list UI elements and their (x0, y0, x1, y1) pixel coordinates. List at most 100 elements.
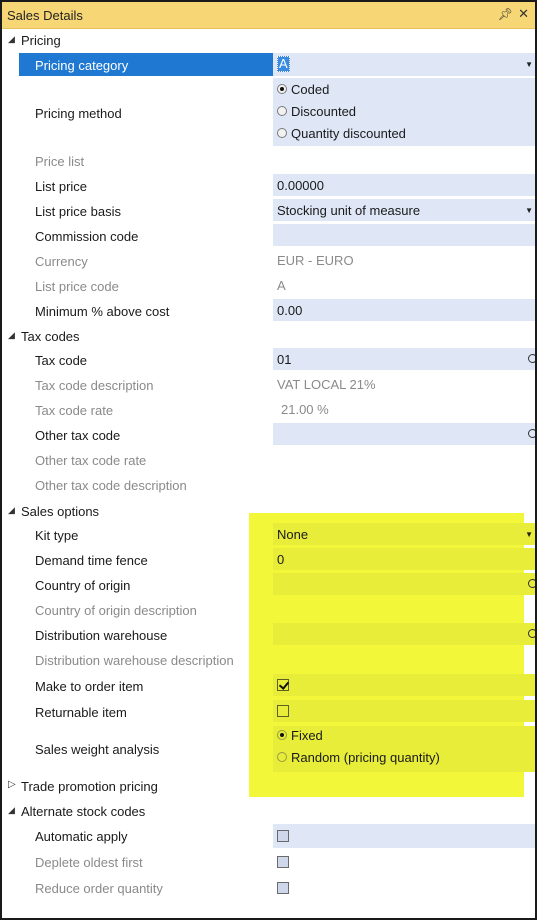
country-of-origin-label: Country of origin (35, 578, 131, 593)
list-price-basis-label: List price basis (35, 204, 121, 219)
row-other-tax-code[interactable]: Other tax code (2, 423, 535, 447)
row-currency: Currency EUR - EURO (2, 249, 535, 273)
radio-coded-button[interactable] (277, 84, 287, 94)
kit-type-select[interactable]: None ▼ (273, 523, 535, 545)
radio-discounted[interactable]: Discounted (273, 104, 535, 124)
property-grid: ◢ Pricing Pricing category A ▼ Pricing m… (2, 28, 535, 918)
radio-quantity-discounted[interactable]: Quantity discounted (273, 126, 535, 146)
section-alternate-stock-codes[interactable]: ◢ Alternate stock codes (2, 799, 535, 824)
other-tax-code-field[interactable] (273, 423, 535, 445)
radio-discounted-button[interactable] (277, 106, 287, 116)
row-automatic-apply[interactable]: Automatic apply (2, 824, 535, 848)
row-pricing-method: Pricing method Coded Discounted Quantity… (2, 78, 535, 146)
make-to-order-item-checkbox[interactable] (277, 679, 289, 691)
section-tax-codes[interactable]: ◢ Tax codes (2, 324, 535, 349)
radio-quantity-discounted-button[interactable] (277, 128, 287, 138)
row-distribution-warehouse[interactable]: Distribution warehouse (2, 623, 535, 647)
collapse-icon[interactable]: ◢ (8, 330, 15, 341)
tax-code-description-label: Tax code description (35, 378, 154, 393)
section-label: Sales options (21, 504, 100, 519)
distribution-warehouse-field[interactable] (273, 623, 535, 645)
row-tax-code[interactable]: Tax code 01 (2, 348, 535, 372)
search-icon[interactable] (528, 354, 535, 364)
radio-random-button[interactable] (277, 752, 287, 762)
panel-title-bar: Sales Details 📌︎ ✕ (2, 2, 535, 29)
row-reduce-order-quantity: Reduce order quantity (2, 876, 535, 900)
row-pricing-category[interactable]: Pricing category A ▼ (2, 53, 535, 76)
make-to-order-item-cell (273, 674, 535, 696)
tax-code-description-value: VAT LOCAL 21% (277, 377, 376, 392)
chevron-down-icon[interactable]: ▼ (525, 60, 533, 69)
expand-icon[interactable]: ▷ (8, 779, 16, 790)
list-price-basis-select[interactable]: Stocking unit of measure ▼ (273, 199, 535, 221)
collapse-icon[interactable]: ◢ (8, 505, 15, 516)
section-sales-options[interactable]: ◢ Sales options (2, 499, 535, 524)
radio-coded[interactable]: Coded (273, 82, 535, 102)
collapse-icon[interactable]: ◢ (8, 34, 15, 45)
minimum-above-cost-label: Minimum % above cost (35, 304, 170, 319)
minimum-above-cost-field[interactable]: 0.00 (273, 299, 535, 321)
pricing-method-radio-group[interactable]: Coded Discounted Quantity discounted (273, 78, 535, 146)
section-trade-promotion-pricing[interactable]: ▷ Trade promotion pricing (2, 774, 535, 799)
list-price-code-value: A (277, 278, 286, 293)
currency-label: Currency (35, 254, 88, 269)
list-price-label: List price (35, 179, 88, 194)
automatic-apply-cell (273, 824, 535, 848)
tax-code-rate-label: Tax code rate (35, 403, 114, 418)
demand-time-fence-field[interactable]: 0 (273, 548, 535, 570)
tax-code-field[interactable]: 01 (273, 348, 535, 370)
returnable-item-checkbox[interactable] (277, 705, 289, 717)
radio-random-label: Random (pricing quantity) (291, 750, 440, 765)
deplete-oldest-first-cell (273, 850, 535, 874)
pricing-method-label: Pricing method (35, 106, 122, 121)
row-make-to-order-item[interactable]: Make to order item (2, 674, 535, 698)
list-price-field[interactable]: 0.00000 (273, 174, 535, 196)
row-list-price-basis[interactable]: List price basis Stocking unit of measur… (2, 199, 535, 223)
radio-fixed[interactable]: Fixed (273, 728, 535, 748)
list-price-basis-value: Stocking unit of measure (277, 203, 421, 218)
row-country-of-origin[interactable]: Country of origin (2, 573, 535, 597)
row-kit-type[interactable]: Kit type None ▼ (2, 523, 535, 547)
kit-type-value: None (277, 527, 309, 542)
panel-title: Sales Details (7, 8, 83, 23)
section-label: Pricing (21, 33, 61, 48)
row-other-tax-code-description: Other tax code description (2, 473, 535, 497)
section-pricing[interactable]: ◢ Pricing (2, 28, 535, 53)
section-label: Trade promotion pricing (21, 779, 158, 794)
row-tax-code-description: Tax code description VAT LOCAL 21% (2, 373, 535, 397)
other-tax-code-label: Other tax code (35, 428, 121, 443)
automatic-apply-checkbox[interactable] (277, 830, 289, 842)
radio-random[interactable]: Random (pricing quantity) (273, 750, 535, 770)
country-of-origin-field[interactable] (273, 573, 535, 595)
chevron-down-icon[interactable]: ▼ (525, 206, 533, 215)
other-tax-code-description-label: Other tax code description (35, 478, 187, 493)
row-commission-code[interactable]: Commission code (2, 224, 535, 248)
pin-icon[interactable]: 📌︎ (498, 7, 513, 21)
row-returnable-item[interactable]: Returnable item (2, 700, 535, 724)
distribution-warehouse-label: Distribution warehouse (35, 628, 168, 643)
commission-code-label: Commission code (35, 229, 139, 244)
radio-fixed-label: Fixed (291, 728, 323, 743)
collapse-icon[interactable]: ◢ (8, 805, 15, 816)
chevron-down-icon[interactable]: ▼ (525, 530, 533, 539)
search-icon[interactable] (528, 579, 535, 589)
commission-code-field[interactable] (273, 224, 535, 246)
pricing-category-select[interactable]: A ▼ (273, 53, 535, 76)
demand-time-fence-label: Demand time fence (35, 553, 148, 568)
price-list-label: Price list (35, 154, 85, 169)
deplete-oldest-first-checkbox (277, 856, 289, 868)
close-icon[interactable]: ✕ (518, 6, 529, 22)
radio-fixed-button[interactable] (277, 730, 287, 740)
search-icon[interactable] (528, 429, 535, 439)
row-minimum-above-cost[interactable]: Minimum % above cost 0.00 (2, 299, 535, 323)
currency-value: EUR - EURO (277, 253, 354, 268)
row-deplete-oldest-first: Deplete oldest first (2, 850, 535, 874)
reduce-order-quantity-cell (273, 876, 535, 900)
country-of-origin-description-label: Country of origin description (35, 603, 197, 618)
list-price-code-label: List price code (35, 279, 119, 294)
search-icon[interactable] (528, 629, 535, 639)
row-demand-time-fence[interactable]: Demand time fence 0 (2, 548, 535, 572)
sales-weight-analysis-radio-group[interactable]: Fixed Random (pricing quantity) (273, 726, 535, 772)
row-list-price[interactable]: List price 0.00000 (2, 174, 535, 198)
make-to-order-item-label: Make to order item (35, 679, 144, 694)
